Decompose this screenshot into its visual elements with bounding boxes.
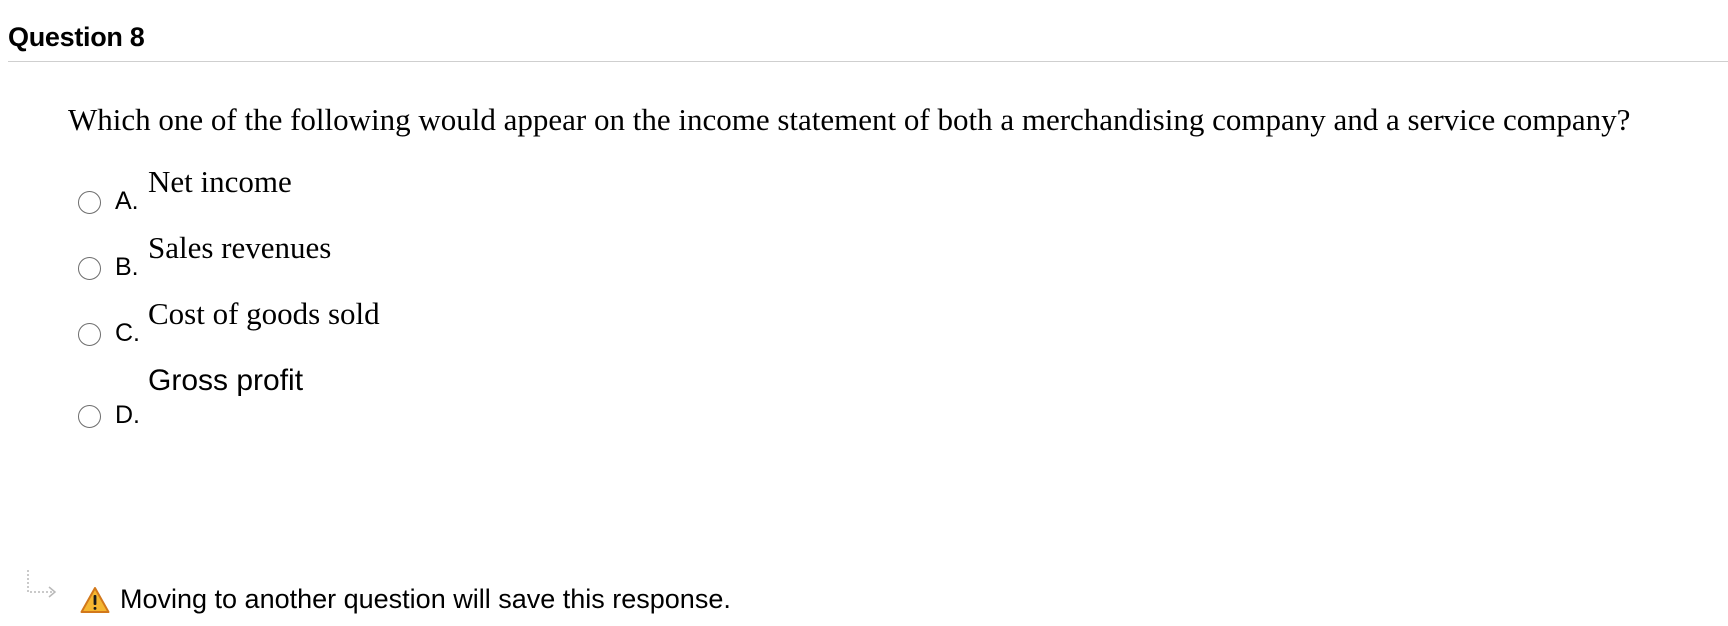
header-divider (8, 61, 1728, 62)
option-b-radio[interactable] (78, 257, 101, 280)
option-d-radio[interactable] (78, 405, 101, 428)
option-a-letter: A. (115, 187, 139, 215)
option-a-radio[interactable] (78, 191, 101, 214)
option-d-text: Gross profit (148, 364, 304, 397)
option-b[interactable]: B. Sales revenues (78, 230, 678, 290)
option-c[interactable]: C. Cost of goods sold (78, 296, 678, 356)
option-d-letter: D. (115, 401, 140, 429)
option-a-text: Net income (148, 164, 292, 199)
option-b-text: Sales revenues (148, 230, 332, 265)
question-title: Question 8 (8, 22, 145, 52)
option-c-radio[interactable] (78, 323, 101, 346)
option-d[interactable]: D. Gross profit (78, 364, 678, 429)
save-notice: Moving to another question will save thi… (120, 584, 731, 614)
option-a[interactable]: A. Net income (78, 164, 678, 224)
warning-icon (80, 587, 110, 613)
option-c-text: Cost of goods sold (148, 296, 380, 331)
question-prompt: Which one of the following would appear … (68, 102, 1631, 137)
redirect-arrow-icon (27, 570, 57, 598)
option-c-letter: C. (115, 319, 140, 347)
option-b-letter: B. (115, 253, 139, 281)
